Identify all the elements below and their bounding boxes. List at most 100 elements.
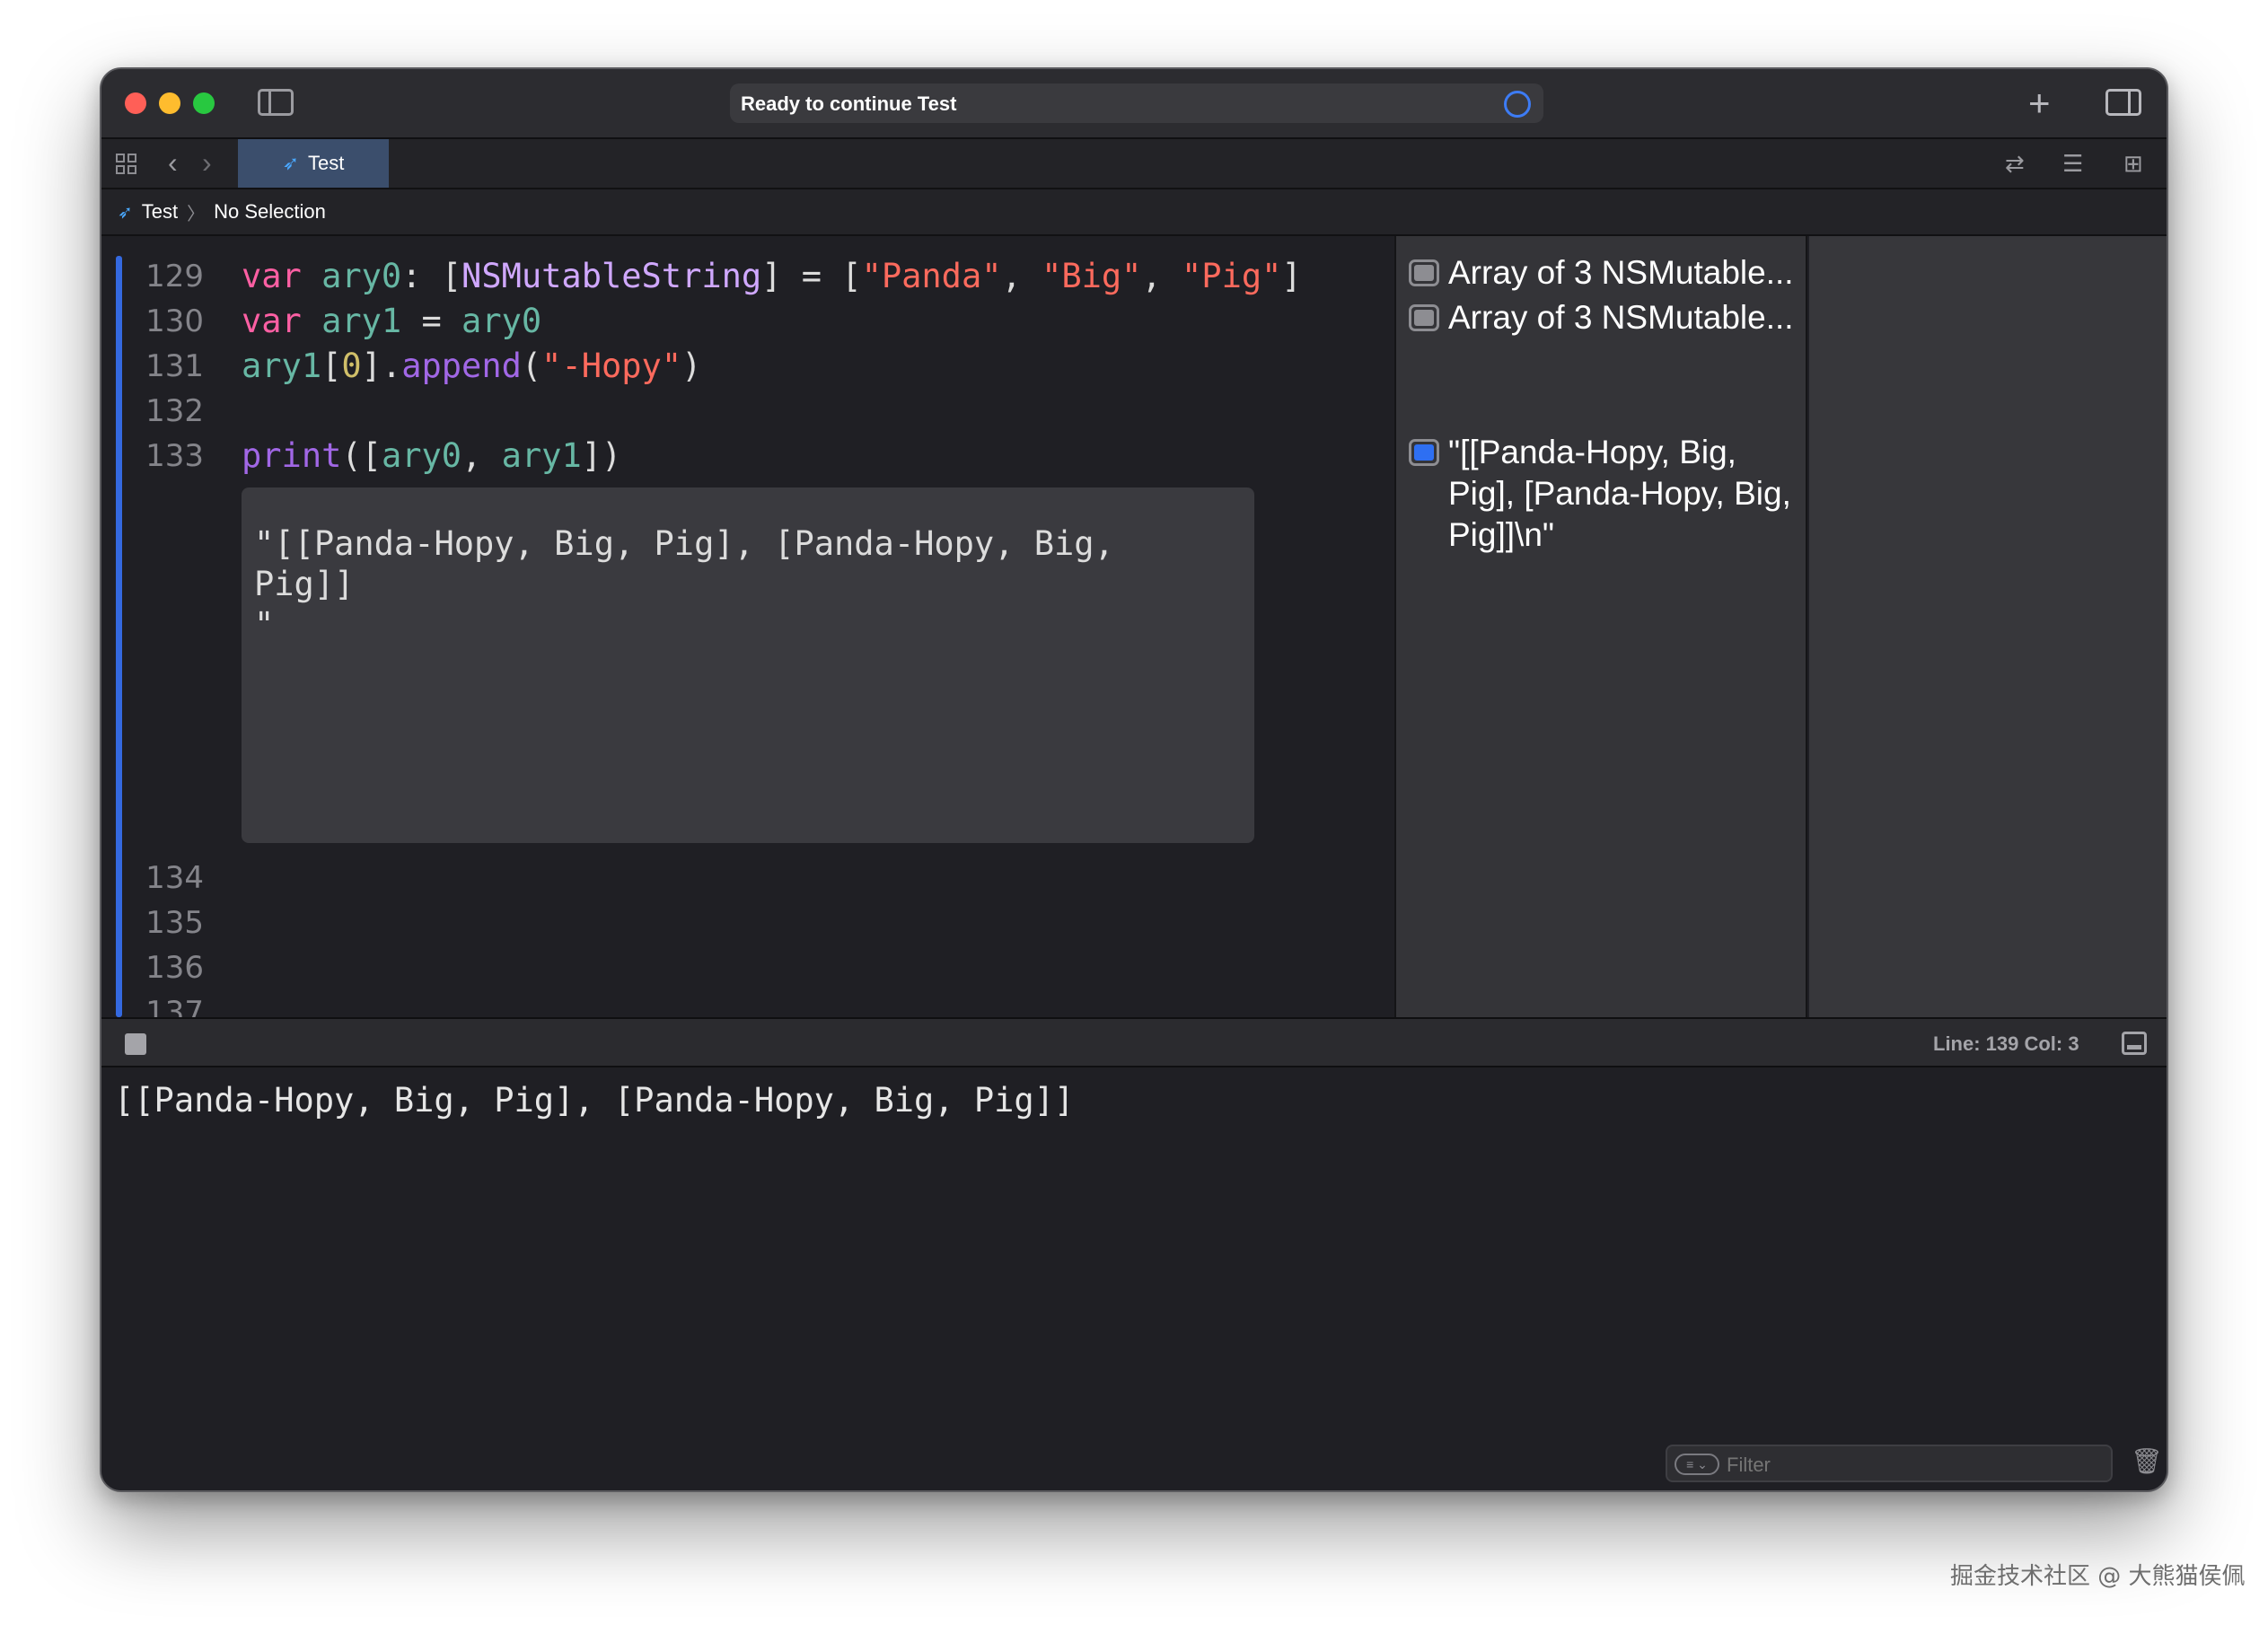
close-window-button[interactable] [125,92,146,114]
result-item-text: Array of 3 NSMutable... [1448,254,1794,291]
debug-bar: Line: 139 Col: 3 [101,1017,2167,1067]
tab-label: Test [308,152,345,174]
watermark: 掘金技术社区 @ 大熊猫侯佩 [1950,1563,2246,1590]
line-number: 137 [145,995,204,1017]
code-token: [ [321,347,342,385]
code-text[interactable]: var ary1 = ary0 [242,299,541,344]
inspector-toggle-icon[interactable] [2105,89,2141,116]
activity-viewer: Ready to continue Test [730,83,1543,123]
trash-icon[interactable]: 🗑 [2131,1446,2163,1476]
code-text[interactable]: print([ary0, ary1]) [242,434,621,479]
result-item-text: "[[Panda-Hopy, Big, Pig], [Panda-Hopy, B… [1448,434,1791,553]
code-text[interactable]: ary1[0].append("-Hopy") [242,344,701,389]
code-token: = [401,302,462,340]
swap-icon[interactable]: ⇄ [2005,150,2025,177]
code-token: ([ [341,436,382,475]
filter-menu-icon[interactable]: ≡ ⌄ [1675,1454,1719,1475]
line-number: 136 [145,950,204,986]
code-token: , [1001,257,1042,295]
source-editor[interactable]: 129 var ary0: [NSMutableString] = ["Pand… [101,236,1394,1017]
add-library-button[interactable]: + [2028,82,2051,125]
code-token: "-Hopy" [541,347,682,385]
add-editor-icon[interactable]: ⊞ [2123,150,2143,177]
result-item[interactable]: Array of 3 NSMutable... [1409,252,1794,294]
line-number: 134 [145,860,204,896]
show-result-toggle-icon[interactable] [1409,439,1439,466]
filter-input[interactable] [1727,1454,2086,1477]
code-token: append [401,347,522,385]
breadcrumb-file[interactable]: Test [142,200,178,224]
code-line[interactable]: 129 var ary0: [NSMutableString] = ["Pand… [101,254,1394,299]
forward-arrow-icon[interactable]: › [202,146,212,179]
minimize-window-button[interactable] [159,92,180,114]
code-token: , [462,436,502,475]
code-token: ary1 [242,347,322,385]
cursor-position: Line: 139 Col: 3 [1933,1032,2079,1055]
code-line[interactable]: 134 [101,856,1394,900]
console-filter[interactable]: ≡ ⌄ [1666,1445,2113,1482]
inline-result-text: "[[Panda-Hopy, Big, Pig], [Panda-Hopy, B… [254,524,1114,644]
code-line[interactable]: 130 var ary1 = ary0 [101,299,1394,344]
related-items-grid-icon[interactable] [116,154,137,175]
stop-icon[interactable] [125,1033,146,1055]
code-token: ary1 [501,436,582,475]
inline-result-view[interactable]: "[[Panda-Hopy, Big, Pig], [Panda-Hopy, B… [242,488,1254,843]
code-line[interactable]: 135 [101,900,1394,945]
code-token: ary0 [381,436,462,475]
code-token: ]. [361,347,402,385]
code-token: ]) [581,436,622,475]
tab-test[interactable]: ➶ Test [238,139,389,188]
code-token: ] [1281,257,1302,295]
activity-status-text: Ready to continue Test [741,92,957,115]
code-line[interactable]: 133 print([ary0, ary1]) [101,434,1394,479]
back-arrow-icon[interactable]: ‹ [168,146,178,179]
line-number: 129 [145,259,204,294]
title-bar: Ready to continue Test + [101,69,2167,139]
quick-look-icon[interactable] [1409,259,1439,286]
line-number: 135 [145,905,204,941]
code-line[interactable]: 131 ary1[0].append("-Hopy") [101,344,1394,389]
secondary-pane [1809,236,2167,1017]
console-output-text: [[Panda-Hopy, Big, Pig], [Panda-Hopy, Bi… [114,1081,1075,1120]
code-line[interactable]: 136 [101,945,1394,990]
code-token: ary1 [321,302,402,340]
quick-look-icon[interactable] [1409,304,1439,331]
code-token: "Pig" [1182,257,1282,295]
zoom-window-button[interactable] [193,92,215,114]
code-text[interactable]: var ary0: [NSMutableString] = ["Panda", … [242,254,1302,299]
code-line[interactable]: 137 [101,990,1394,1017]
code-token: print [242,436,342,475]
code-token: ( [521,347,542,385]
code-token: "Panda" [861,257,1002,295]
code-token: , [1141,257,1182,295]
code-line[interactable]: 132 [101,389,1394,434]
result-item[interactable]: Array of 3 NSMutable... [1409,297,1794,338]
swift-file-icon: ➶ [282,152,300,174]
navigator-toggle-icon[interactable] [258,89,294,116]
code-token: var [242,302,302,340]
xcode-playground-window: Ready to continue Test + ‹ › ➶ Test ⇄ ☰ … [100,67,2168,1492]
code-token: : [ [401,257,462,295]
adjust-editor-options-icon[interactable]: ☰ [2062,150,2083,177]
result-item-text: Array of 3 NSMutable... [1448,299,1794,336]
code-token: 0 [341,347,362,385]
swift-file-icon: ➶ [118,202,133,223]
results-sidebar: Array of 3 NSMutable... Array of 3 NSMut… [1394,236,1807,1017]
line-number: 130 [145,303,204,339]
breadcrumb-selection[interactable]: No Selection [214,200,326,224]
breadcrumb-separator-icon: 〉 [187,204,206,224]
code-token: NSMutableString [462,257,762,295]
progress-spinner-icon [1504,91,1531,118]
console-area[interactable]: [[Panda-Hopy, Big, Pig], [Panda-Hopy, Bi… [101,1067,2167,1490]
line-number: 131 [145,348,204,384]
code-token: ] = [ [761,257,862,295]
line-number: 132 [145,393,204,429]
tab-bar: ‹ › ➶ Test ⇄ ☰ ⊞ [101,139,2167,189]
result-item[interactable]: "[[Panda-Hopy, Big, Pig], [Panda-Hopy, B… [1409,432,1807,556]
debug-area-toggle-icon[interactable] [2122,1032,2147,1055]
code-token: var [242,257,302,295]
code-token: ary0 [462,302,542,340]
code-token: ) [681,347,702,385]
